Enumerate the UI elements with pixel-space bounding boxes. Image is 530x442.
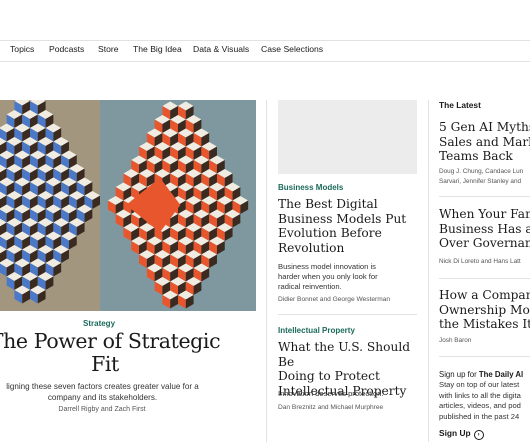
story2-summary: Innovation deserves protection. — [278, 389, 384, 398]
latest-headline-line: 5 Gen AI Myths H — [439, 120, 530, 134]
feature-summary-line: company and its stakeholders. — [47, 393, 158, 402]
newsletter-description-line: with links to all the digita — [439, 390, 521, 400]
column-divider — [266, 100, 267, 442]
latest-story-headline[interactable]: How a Company Ownership Mod the Mistakes… — [439, 288, 530, 332]
story1-headline-line: Business Models Put — [278, 211, 407, 226]
latest-headline-line: Over Governanc — [439, 236, 530, 250]
latest-headline-line: Business Has a C — [439, 221, 530, 236]
newsletter-name: The Daily Al — [478, 370, 524, 379]
nav-topics[interactable]: Topics — [10, 44, 34, 54]
nav-podcasts[interactable]: Podcasts — [49, 44, 84, 54]
latest-story-authors: Josh Baron — [439, 336, 530, 346]
latest-headline-line: When Your Fami — [439, 207, 530, 221]
story1-authors: Didier Bonnet and George Westerman — [278, 296, 391, 303]
latest-divider — [439, 196, 530, 197]
feature-kicker[interactable]: Strategy — [83, 319, 115, 328]
story1-headline[interactable]: The Best Digital Business Models Put Evo… — [278, 197, 418, 255]
newsletter-description-line: published in the past 24 — [439, 411, 520, 421]
column-divider — [428, 100, 429, 442]
story1-summary-line: radical reinvention. — [278, 282, 342, 291]
nav-case-selections[interactable]: Case Selections — [261, 44, 323, 54]
newsletter-signup-lead: Sign up for The Daily Al — [439, 370, 530, 379]
feature-headline[interactable]: The Power of Strategic Fit — [0, 330, 240, 376]
feature-summary: ligning these seven factors creates grea… — [0, 381, 225, 403]
newsletter-description: Stay on top of our latest with links to … — [439, 380, 530, 422]
story2-kicker[interactable]: Intellectual Property — [278, 326, 355, 335]
arrow-right-icon: › — [473, 430, 484, 440]
feature-authors: Darrell Rigby and Zach First — [58, 406, 146, 413]
story1-headline-line: The Best Digital — [278, 197, 378, 211]
feature-image-left[interactable] — [0, 100, 100, 311]
nav-the-big-idea[interactable]: The Big Idea — [133, 44, 182, 54]
top-header-bar — [0, 0, 530, 41]
nav-store[interactable]: Store — [98, 44, 119, 54]
latest-headline-line: Sales and Marke — [439, 134, 530, 149]
story2-headline-line: Doing to Protect — [278, 369, 380, 383]
hexagon-cube-illustration-red — [107, 101, 249, 309]
newsletter-description-line: Stay on top of our latest — [439, 380, 520, 389]
story1-summary: Business model innovation is harder when… — [278, 262, 418, 292]
latest-headline-line: Teams Back — [439, 149, 513, 163]
story-image-placeholder[interactable] — [278, 100, 417, 174]
latest-story-authors: Doug J. Chung, Candace Lun Sarvari, Jenn… — [439, 167, 530, 187]
latest-divider — [439, 356, 530, 357]
latest-story-headline[interactable]: 5 Gen AI Myths H Sales and Marke Teams B… — [439, 120, 530, 164]
story2-authors: Dan Breznitz and Michael Murphree — [278, 404, 384, 411]
primary-nav: Topics Podcasts Store The Big Idea Data … — [0, 40, 530, 62]
story1-summary-line: Business model innovation is — [278, 262, 376, 271]
latest-story-headline[interactable]: When Your Fami Business Has a C Over Gov… — [439, 207, 530, 251]
latest-story-authors: Nick Di Loreto and Hans Latt — [439, 257, 530, 267]
story1-summary-line: harder when you only look for — [278, 272, 378, 281]
latest-author-line: Sarvari, Jennifer Stanley and — [439, 178, 522, 185]
story1-headline-line: Evolution Before — [278, 226, 382, 240]
newsletter-lead-text: Sign up for — [439, 370, 479, 379]
latest-headline-line: the Mistakes It M — [439, 317, 530, 331]
latest-heading: The Latest — [439, 100, 481, 110]
feature-image-right[interactable] — [100, 100, 256, 311]
latest-headline-line: Ownership Mod — [439, 302, 530, 317]
story-divider — [278, 314, 417, 315]
latest-author-line: Josh Baron — [439, 337, 472, 344]
feature-headline-line: Fit — [91, 352, 119, 376]
sign-up-label: Sign Up — [439, 428, 471, 438]
latest-author-line: Doug J. Chung, Candace Lun — [439, 168, 524, 175]
story1-headline-line: Revolution — [278, 240, 345, 255]
latest-divider — [439, 278, 530, 279]
latest-author-line: Nick Di Loreto and Hans Latt — [439, 258, 521, 265]
story2-headline-line: What the U.S. Should Be — [278, 340, 411, 369]
feature-headline-line: The Power of Strategic — [0, 329, 221, 353]
hexagon-cube-illustration — [0, 100, 100, 304]
nav-data-visuals[interactable]: Data & Visuals — [193, 44, 249, 54]
sign-up-link[interactable]: Sign Up › — [439, 428, 484, 440]
newsletter-description-line: articles, videos, and pod — [439, 401, 521, 410]
story1-kicker[interactable]: Business Models — [278, 183, 343, 192]
latest-headline-line: How a Company — [439, 288, 530, 302]
feature-summary-line: ligning these seven factors creates grea… — [6, 382, 199, 391]
cube-pattern — [0, 100, 100, 304]
